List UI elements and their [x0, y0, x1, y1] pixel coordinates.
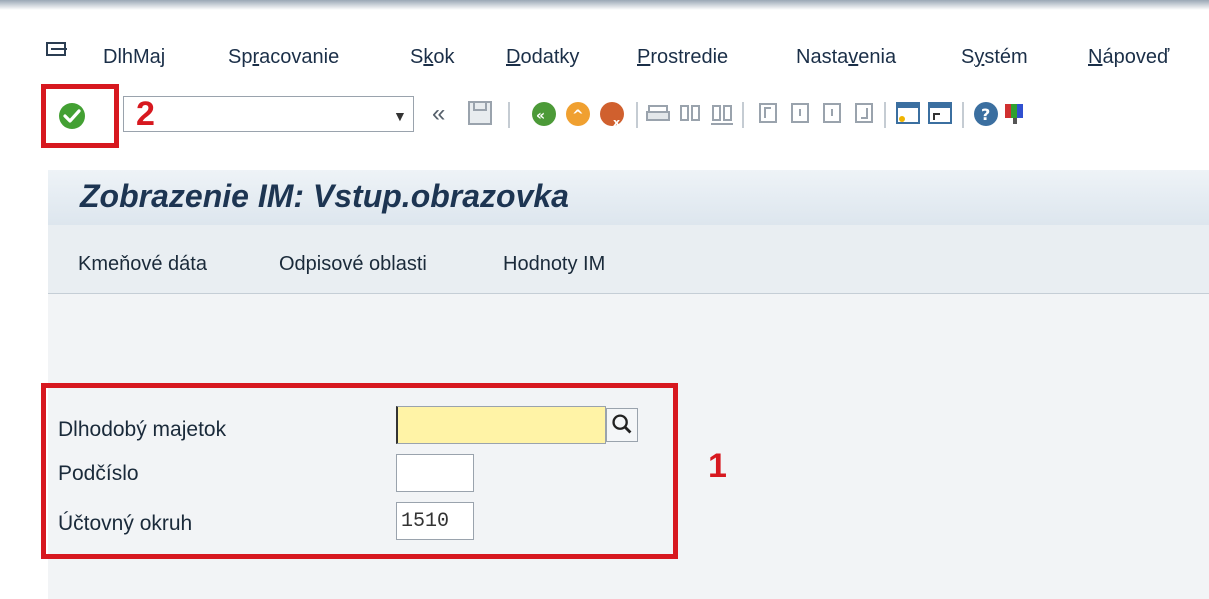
- menu-item-spracovanie[interactable]: Spracovanie: [228, 46, 339, 69]
- svg-text:«: «: [536, 108, 545, 124]
- exit-icon[interactable]: ^: [564, 98, 592, 128]
- menu-icon[interactable]: [46, 42, 68, 58]
- asset-values-button[interactable]: Hodnoty IM: [503, 253, 605, 276]
- application-toolbar: [48, 225, 1209, 294]
- next-page-icon[interactable]: [818, 98, 846, 128]
- first-page-icon[interactable]: [754, 98, 782, 128]
- cancel-icon[interactable]: x: [598, 98, 626, 128]
- svg-text:x: x: [613, 116, 620, 128]
- toolbar-separator: [962, 102, 964, 128]
- command-dropdown-icon[interactable]: ▼: [393, 108, 407, 124]
- menu-item-system[interactable]: Systém: [961, 46, 1028, 69]
- help-icon[interactable]: ?: [972, 98, 1000, 128]
- callout-number-1: 1: [708, 447, 727, 485]
- menu-item-dlhmaj[interactable]: DlhMaj: [103, 46, 165, 69]
- menu-item-prostredie[interactable]: Prostredie: [637, 46, 728, 69]
- menu-item-nastavenia[interactable]: Nastavenia: [796, 46, 896, 69]
- toolbar-separator: [742, 102, 744, 128]
- menu-item-napoved[interactable]: Nápoveď: [1088, 46, 1169, 69]
- master-data-button[interactable]: Kmeňové dáta: [78, 253, 207, 276]
- save-icon[interactable]: [466, 98, 494, 128]
- customize-layout-icon[interactable]: [1002, 98, 1030, 128]
- last-page-icon[interactable]: [850, 98, 878, 128]
- back-icon[interactable]: «: [530, 98, 558, 128]
- print-icon[interactable]: [644, 98, 672, 128]
- back-arrows-icon[interactable]: «: [432, 100, 445, 128]
- callout-box-1: [41, 383, 678, 559]
- svg-text:^: ^: [572, 108, 584, 124]
- depreciation-areas-button[interactable]: Odpisové oblasti: [279, 253, 427, 276]
- previous-page-icon[interactable]: [786, 98, 814, 128]
- standard-toolbar: ▼ « « ^ x ? 2: [0, 84, 1209, 148]
- toolbar-separator: [508, 102, 510, 128]
- window-top-edge: [0, 0, 1209, 10]
- menu-item-skok[interactable]: Skok: [410, 46, 454, 69]
- callout-box-2: [41, 84, 119, 148]
- shortcut-icon[interactable]: [926, 98, 954, 128]
- toolbar-separator: [636, 102, 638, 128]
- find-next-icon[interactable]: [708, 98, 736, 128]
- new-session-icon[interactable]: [894, 98, 922, 128]
- toolbar-separator: [884, 102, 886, 128]
- svg-text:?: ?: [981, 105, 990, 124]
- page-title: Zobrazenie IM: Vstup.obrazovka: [80, 178, 569, 214]
- find-icon[interactable]: [676, 98, 704, 128]
- command-field[interactable]: [123, 96, 414, 132]
- menu-bar: DlhMaj Spracovanie Skok Dodatky Prostred…: [0, 34, 1209, 74]
- callout-number-2: 2: [136, 95, 155, 133]
- menu-item-dodatky[interactable]: Dodatky: [506, 46, 579, 69]
